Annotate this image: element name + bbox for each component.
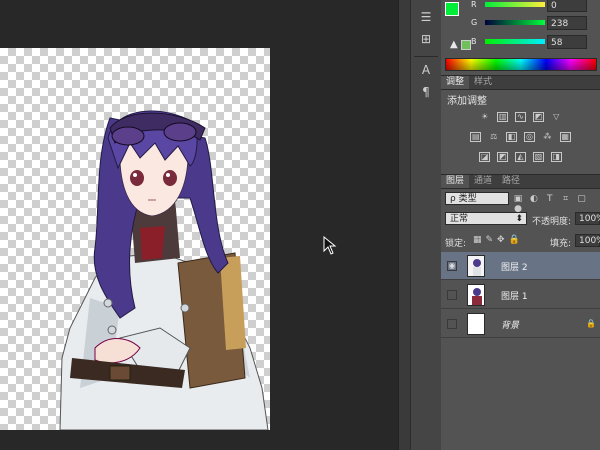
- tab-styles[interactable]: 样式: [469, 76, 497, 89]
- opacity-input[interactable]: 100%: [575, 212, 600, 225]
- color-lookup-icon[interactable]: ▦: [559, 132, 571, 142]
- vibrance-icon[interactable]: ▽: [551, 113, 562, 123]
- layer-row-2[interactable]: ◉ 图层 2: [441, 252, 600, 280]
- character-icon[interactable]: A: [416, 61, 436, 79]
- adjustments-tabbar: 调整 样式: [441, 75, 600, 90]
- channel-b-label: B: [471, 37, 477, 46]
- channel-r-value[interactable]: 0: [547, 0, 587, 12]
- chevron-down-icon: ⬍: [515, 214, 523, 224]
- character-artwork: [59, 110, 269, 430]
- fill-input[interactable]: 100%: [575, 234, 600, 247]
- document-canvas[interactable]: [0, 48, 270, 430]
- lock-icon: 🔒: [586, 319, 596, 328]
- color-panel: ▲ R 0 G 238 B 58: [441, 0, 600, 72]
- channel-mixer-icon[interactable]: ⁂: [542, 133, 553, 143]
- layer-thumbnail: [467, 255, 485, 277]
- visibility-toggle[interactable]: [447, 290, 457, 300]
- paragraph-icon[interactable]: ¶: [416, 83, 436, 101]
- layer-row-background[interactable]: 背景 🔒: [441, 310, 600, 338]
- channel-b-slider[interactable]: [485, 39, 545, 44]
- layer-filter-select[interactable]: ρ 类型: [445, 192, 509, 205]
- black-white-icon[interactable]: ◧: [506, 132, 518, 142]
- foreground-color-swatch[interactable]: [445, 2, 459, 16]
- adjustment-icons-row-1: ☀ ▥ ∿ ◩ ▽: [441, 112, 600, 123]
- tab-layers[interactable]: 图层: [441, 175, 470, 188]
- right-panel-dock: ▲ R 0 G 238 B 58 调整 样式 添加调整 ☀ ▥ ∿ ◩ ▽ ▤ …: [441, 0, 600, 450]
- channel-r-label: R: [471, 0, 477, 9]
- eye-icon[interactable]: ◉: [447, 261, 457, 271]
- arrow-cursor-icon: [323, 235, 339, 259]
- brush-presets-icon[interactable]: ⊞: [416, 30, 436, 48]
- levels-icon[interactable]: ▥: [497, 112, 509, 122]
- invert-icon[interactable]: ◪: [479, 152, 491, 162]
- history-icon[interactable]: ☰: [416, 8, 436, 26]
- channel-g-value[interactable]: 238: [547, 16, 587, 30]
- channel-g-label: G: [471, 18, 478, 27]
- blend-mode-value: 正常: [450, 214, 469, 224]
- threshold-icon[interactable]: ◭: [515, 152, 526, 162]
- curves-icon[interactable]: ∿: [515, 112, 526, 122]
- hue-saturation-icon[interactable]: ▤: [470, 132, 482, 142]
- canvas-area[interactable]: [0, 0, 398, 450]
- layer-filter-icons: ▣ ◐ T ⌗ ▢ ●: [513, 194, 600, 214]
- layer-name[interactable]: 背景: [501, 318, 519, 331]
- layer-name[interactable]: 图层 2: [501, 260, 528, 273]
- type-filter-icon[interactable]: T: [545, 194, 555, 204]
- photo-filter-icon[interactable]: ◎: [523, 132, 535, 142]
- adjustment-filter-icon[interactable]: ◐: [529, 194, 539, 204]
- shape-filter-icon[interactable]: ⌗: [561, 194, 571, 204]
- smart-object-filter-icon[interactable]: ▢: [577, 194, 587, 204]
- layer-thumbnail: [467, 284, 485, 306]
- tab-paths[interactable]: 路径: [497, 175, 525, 188]
- opacity-label: 不透明度:: [532, 217, 572, 227]
- tab-adjustments[interactable]: 调整: [441, 76, 470, 89]
- layer-name[interactable]: 图层 1: [501, 289, 528, 302]
- adjustments-title: 添加调整: [447, 96, 487, 107]
- tab-channels[interactable]: 通道: [469, 175, 497, 188]
- layer-row-1[interactable]: 图层 1: [441, 281, 600, 309]
- channel-g-slider[interactable]: [485, 20, 545, 25]
- selective-color-icon[interactable]: ◨: [550, 152, 562, 162]
- adjustment-icons-row-2: ▤ ⚖ ◧ ◎ ⁂ ▦: [441, 132, 600, 143]
- lock-option-icons[interactable]: ▦✎✥🔒: [473, 235, 524, 245]
- adjustment-icons-row-3: ◪ ◩ ◭ ▧ ◨: [441, 152, 600, 162]
- color-spectrum-ramp[interactable]: [445, 58, 597, 71]
- color-balance-icon[interactable]: ⚖: [488, 133, 499, 143]
- gamut-warning-icon[interactable]: ▲: [450, 39, 458, 50]
- layer-thumbnail: [467, 313, 485, 335]
- blend-mode-select[interactable]: 正常 ⬍: [445, 212, 527, 225]
- channel-b-value[interactable]: 58: [547, 35, 587, 49]
- layers-tabbar: 图层 通道 路径: [441, 174, 600, 189]
- exposure-icon[interactable]: ◩: [532, 112, 544, 122]
- lock-label: 锁定:: [445, 239, 467, 249]
- posterize-icon[interactable]: ◩: [497, 152, 509, 162]
- strip-divider: [414, 56, 438, 57]
- websafe-color-swatch[interactable]: [461, 40, 471, 50]
- pixel-filter-icon[interactable]: ▣: [513, 194, 523, 204]
- channel-r-slider[interactable]: [485, 2, 545, 7]
- fill-label: 填充:: [550, 239, 572, 249]
- visibility-toggle[interactable]: [447, 319, 457, 329]
- brightness-icon[interactable]: ☀: [479, 113, 490, 123]
- gradient-map-icon[interactable]: ▧: [532, 152, 544, 162]
- collapsed-panel-strip: ☰ ⊞ A ¶: [410, 0, 442, 450]
